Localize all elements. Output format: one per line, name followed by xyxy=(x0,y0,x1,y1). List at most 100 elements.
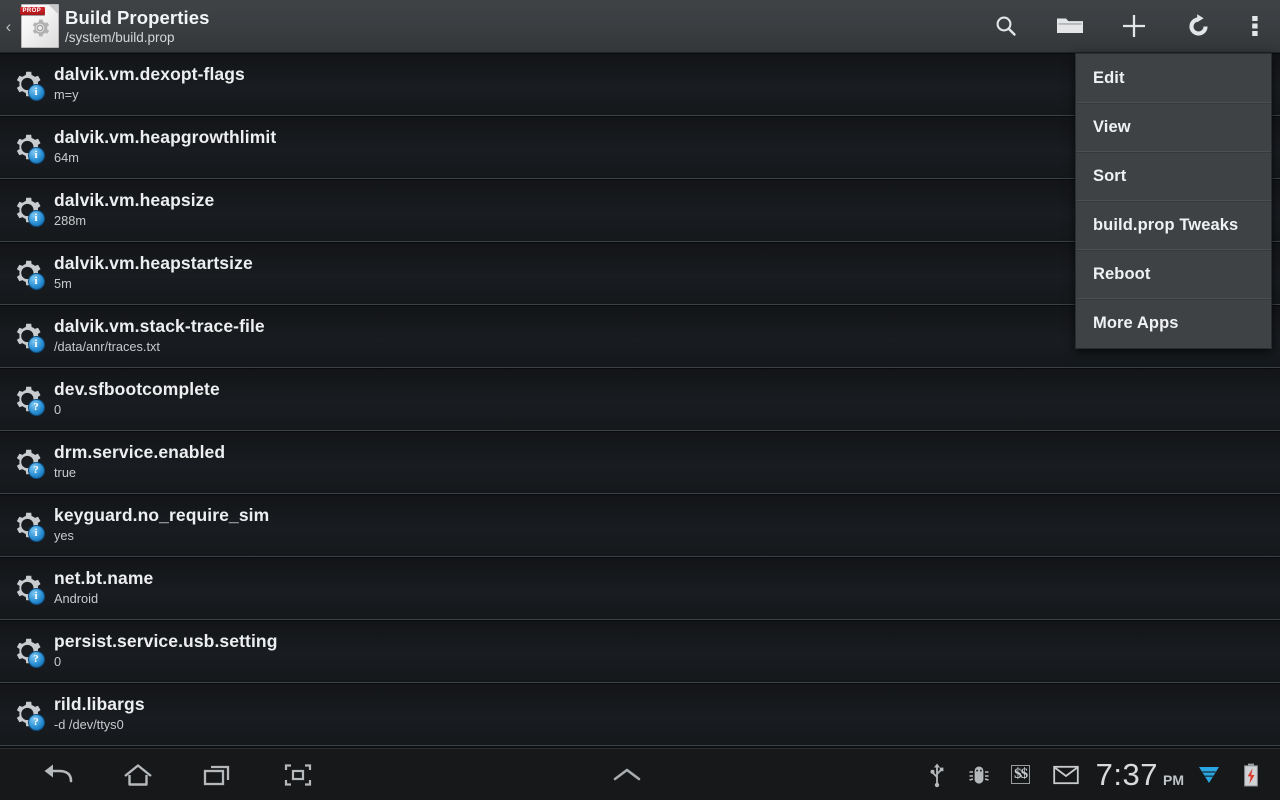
mail-icon xyxy=(1042,749,1090,800)
menu-item-sort[interactable]: Sort xyxy=(1076,152,1271,201)
usb-glyph xyxy=(930,763,944,787)
property-value: 64m xyxy=(54,150,79,165)
clock-time: 7:37 xyxy=(1095,757,1158,792)
menu-item-edit[interactable]: Edit xyxy=(1076,54,1271,103)
status-clock: 7:37 PM xyxy=(1090,759,1188,790)
property-row[interactable]: ? drm.service.enabled true xyxy=(0,431,1280,494)
property-badge: i xyxy=(27,210,45,227)
property-key: net.bt.name xyxy=(54,568,154,588)
overflow-menu-button[interactable] xyxy=(1230,0,1280,53)
gear-badge: i xyxy=(11,194,45,227)
property-badge: i xyxy=(27,273,45,290)
bug-glyph xyxy=(968,766,989,784)
nav-back-button[interactable] xyxy=(18,749,98,800)
refresh-button[interactable] xyxy=(1166,0,1230,53)
property-text: dalvik.vm.heapstartsize 5m xyxy=(54,253,253,293)
status-icons[interactable]: $$ 7:37 PM xyxy=(916,749,1280,800)
debug-bug-icon xyxy=(958,749,1000,800)
clock-ampm: PM xyxy=(1163,772,1184,788)
property-icon-wrap: ? xyxy=(0,635,54,668)
property-badge: ? xyxy=(27,714,45,731)
app-icon: PROP xyxy=(19,4,59,48)
nav-recents-button[interactable] xyxy=(178,749,258,800)
wifi-glyph xyxy=(1199,766,1219,783)
more-vertical-icon xyxy=(1252,16,1258,36)
gear-icon xyxy=(32,19,49,37)
property-text: dalvik.vm.stack-trace-file/data/anr/trac… xyxy=(54,316,265,356)
property-row[interactable]: i keyguard.no_require_sim yes xyxy=(0,494,1280,557)
property-icon-wrap: i xyxy=(0,320,54,353)
property-icon-wrap: i xyxy=(0,194,54,227)
property-icon-wrap: i xyxy=(0,509,54,542)
property-value: /data/anr/traces.txt xyxy=(54,339,160,354)
property-value: Android xyxy=(54,591,99,606)
property-key: dalvik.vm.dexopt-flags xyxy=(54,64,245,84)
property-text: keyguard.no_require_sim yes xyxy=(54,505,269,545)
screenshot-icon xyxy=(284,763,312,786)
property-icon-wrap: i xyxy=(0,257,54,290)
menu-item-more-apps[interactable]: More Apps xyxy=(1076,299,1271,348)
property-icon-wrap: i xyxy=(0,572,54,605)
property-badge: i xyxy=(27,525,45,542)
overflow-menu[interactable]: Edit View Sort build.prop Tweaks Reboot More … xyxy=(1075,53,1272,349)
gear-badge: i xyxy=(11,509,45,542)
property-value: 5m xyxy=(54,276,72,291)
search-button[interactable] xyxy=(974,0,1038,53)
menu-item-view[interactable]: View xyxy=(1076,103,1271,152)
property-icon-wrap: ? xyxy=(0,383,54,416)
property-key: dev.sfbootcomplete xyxy=(54,379,220,399)
recent-apps-icon xyxy=(203,765,230,785)
android-screen: ‹ PROP Build Properties /system/build.pr… xyxy=(0,0,1280,800)
property-icon-wrap: ? xyxy=(0,446,54,479)
nav-center-handle[interactable] xyxy=(338,765,916,785)
property-text: dalvik.vm.dexopt-flags m=y xyxy=(54,64,245,104)
envelope-glyph xyxy=(1052,765,1079,784)
open-folder-button[interactable] xyxy=(1038,0,1102,53)
property-badge: i xyxy=(27,336,45,353)
refresh-icon xyxy=(1188,13,1208,36)
system-navigation-bar: $$ 7:37 PM xyxy=(0,748,1280,800)
action-bar: ‹ PROP Build Properties /system/build.pr… xyxy=(0,0,1280,53)
property-badge: ? xyxy=(27,651,45,668)
property-text: dalvik.vm.heapsize 288m xyxy=(54,190,214,230)
menu-item-reboot[interactable]: Reboot xyxy=(1076,250,1271,299)
nav-home-button[interactable] xyxy=(98,749,178,800)
property-row[interactable]: ? persist.service.usb.setting 0 xyxy=(0,620,1280,683)
page-subtitle: /system/build.prop xyxy=(65,29,175,45)
action-bar-actions xyxy=(974,0,1280,53)
gear-badge: i xyxy=(11,68,45,101)
battery-icon xyxy=(1230,749,1272,800)
property-row[interactable]: ? rild.libargs -d /dev/ttys0 xyxy=(0,683,1280,746)
back-arrow-icon xyxy=(44,764,73,782)
property-text: drm.service.enabled true xyxy=(54,442,225,482)
title-block: Build Properties /system/build.prop xyxy=(65,7,974,46)
property-badge: i xyxy=(27,84,45,101)
up-chevron-icon[interactable]: ‹ xyxy=(0,0,17,53)
property-text: persist.service.usb.setting 0 xyxy=(54,631,277,671)
property-value: true xyxy=(54,465,77,480)
property-text: net.bt.name Android xyxy=(54,568,153,608)
app-icon-wrap[interactable]: PROP xyxy=(17,0,62,53)
property-icon-wrap: ? xyxy=(0,698,54,731)
gear-badge: ? xyxy=(11,446,45,479)
property-key: persist.service.usb.setting xyxy=(54,631,278,651)
plus-icon xyxy=(1123,15,1145,37)
folder-icon xyxy=(1057,18,1083,33)
property-badge: ? xyxy=(27,462,45,479)
property-row[interactable]: ? dev.sfbootcomplete 0 xyxy=(0,368,1280,431)
property-value: 288m xyxy=(54,213,87,228)
property-value: -d /dev/ttys0 xyxy=(54,717,124,732)
chevron-up-icon xyxy=(613,768,641,780)
nav-screenshot-button[interactable] xyxy=(258,749,338,800)
add-button[interactable] xyxy=(1102,0,1166,53)
property-key: dalvik.vm.heapgrowthlimit xyxy=(54,127,277,147)
property-key: dalvik.vm.heapstartsize xyxy=(54,253,253,273)
property-value: 0 xyxy=(54,402,62,417)
prop-tag-label: PROP xyxy=(19,7,46,15)
menu-item-build-prop-tweaks[interactable]: build.prop Tweaks xyxy=(1076,201,1271,250)
usb-icon xyxy=(916,749,958,800)
property-text: dev.sfbootcomplete 0 xyxy=(54,379,220,419)
nav-buttons xyxy=(0,749,338,800)
property-key: keyguard.no_require_sim xyxy=(54,505,270,525)
property-row[interactable]: i net.bt.name Android xyxy=(0,557,1280,620)
